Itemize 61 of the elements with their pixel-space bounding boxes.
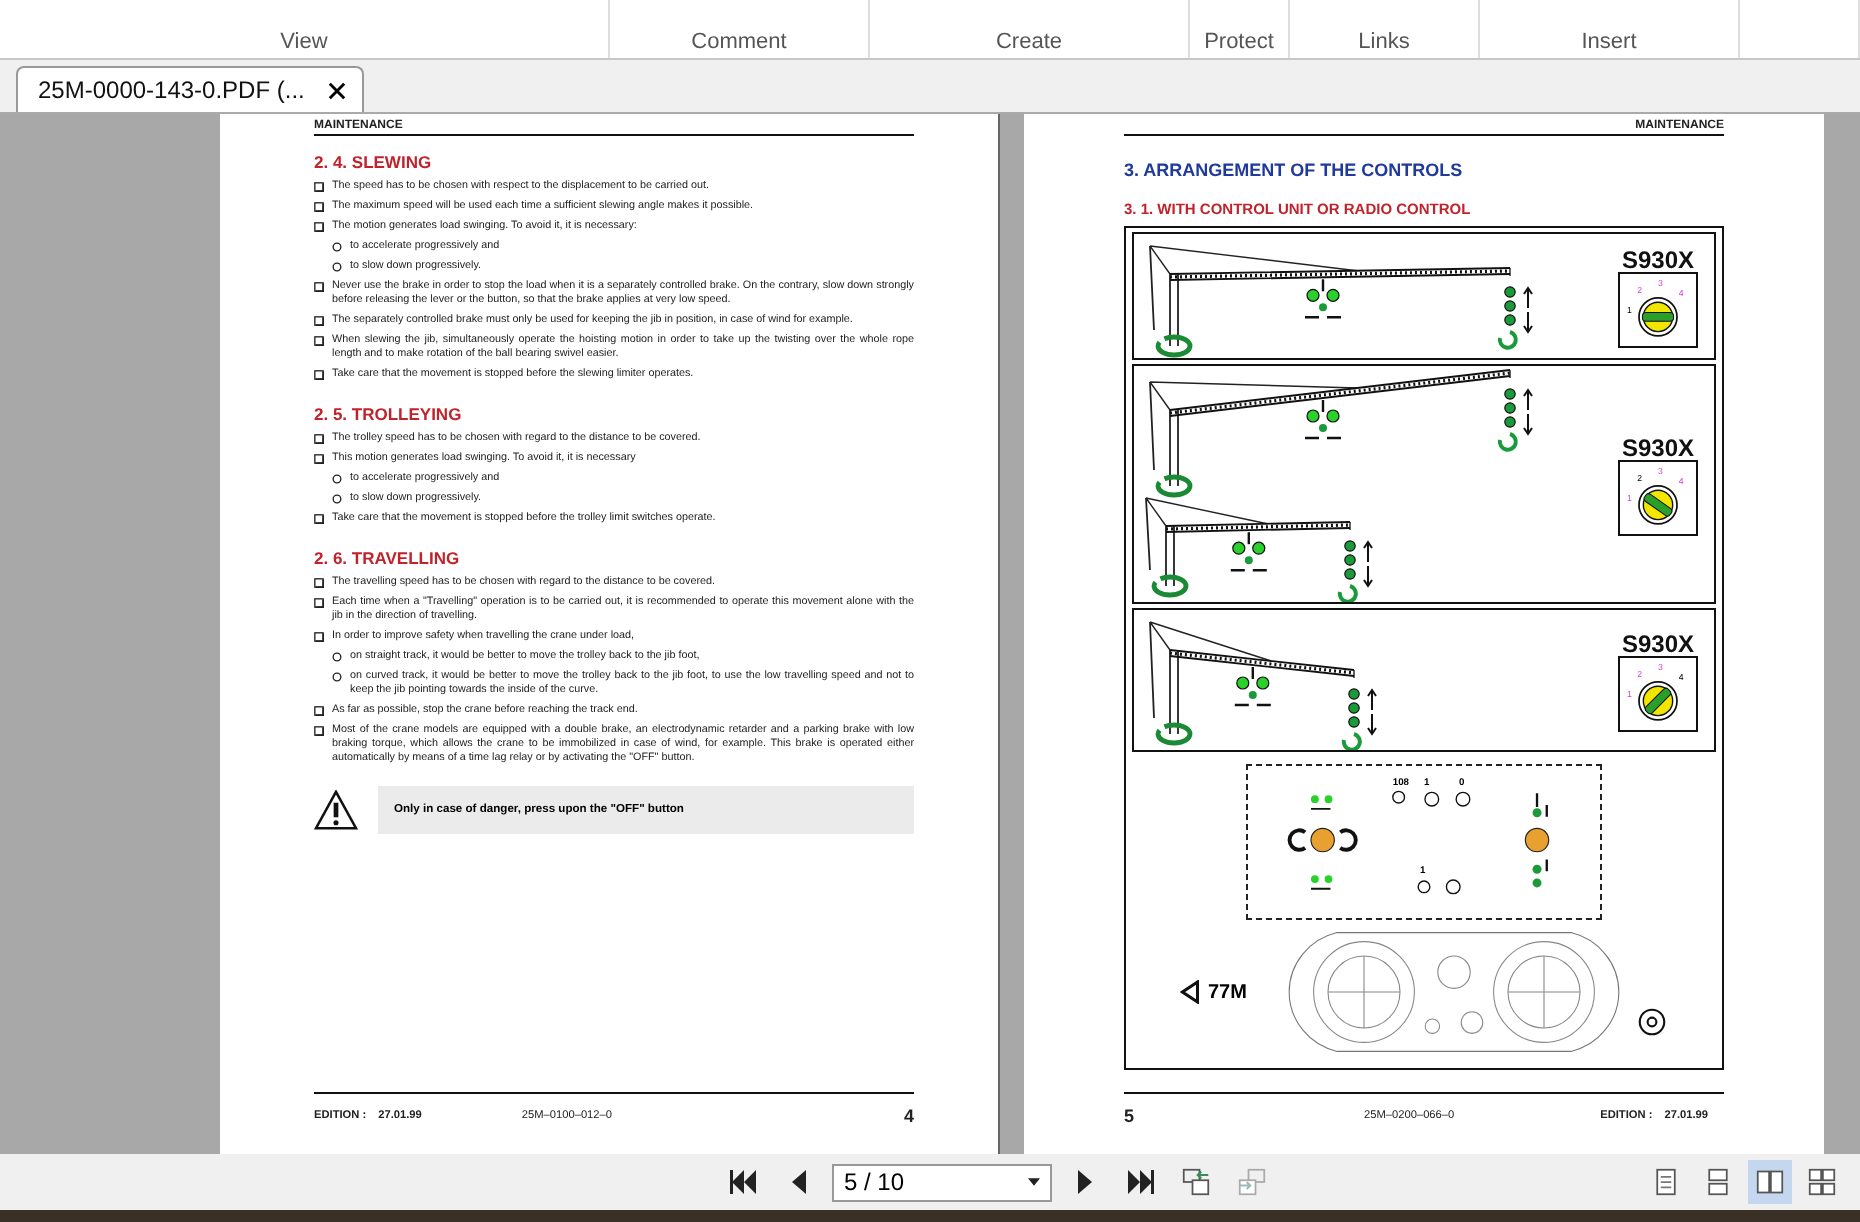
joystick-drawing	[1287, 795, 1358, 890]
circle-bullet-icon	[332, 672, 342, 682]
page-layout-icon	[1652, 1168, 1680, 1196]
ribbon-group-label[interactable]: View	[0, 0, 610, 58]
circle-bullet-icon	[332, 242, 342, 252]
checkbox-bullet-icon	[314, 578, 324, 588]
chapter-title: 3. ARRANGEMENT OF THE CONTROLS	[1124, 160, 1465, 180]
page-number: 5	[1124, 1106, 1135, 1126]
checkbox-bullet-icon	[314, 706, 324, 716]
checkbox-bullet-icon	[314, 316, 324, 326]
checkbox-bullet-icon	[314, 514, 324, 524]
warning-icon	[314, 790, 358, 830]
checkbox-bullet-icon	[314, 598, 324, 608]
lamp-icon	[1392, 790, 1406, 804]
key-switch-icon	[1638, 1008, 1667, 1036]
checkbox-bullet-icon	[314, 370, 324, 380]
checkbox-bullet-icon	[314, 202, 324, 212]
lamp-icon	[1417, 880, 1431, 894]
selector-knob-icon	[1638, 680, 1678, 720]
selector-knob-icon	[1638, 296, 1678, 336]
page-layout-icon	[1756, 1168, 1784, 1196]
page-layout-button[interactable]	[1748, 1160, 1792, 1204]
section-heading: 2. 6. TRAVELLING	[314, 548, 462, 568]
windows-arrow-icon	[1238, 1168, 1266, 1196]
page-number-field[interactable]: 5 / 10	[832, 1163, 1052, 1201]
ribbon-group-label[interactable]: Comment	[610, 0, 870, 58]
page-layout-icon	[1704, 1168, 1732, 1196]
checkbox-bullet-icon	[314, 434, 324, 444]
model-label: 77M	[1208, 981, 1247, 1003]
ribbon-group-label[interactable]: Protect	[1190, 0, 1290, 58]
checkbox-bullet-icon	[314, 182, 324, 192]
first-page-icon	[730, 1168, 758, 1196]
checkbox-bullet-icon	[314, 454, 324, 464]
checkbox-bullet-icon	[314, 632, 324, 642]
close-icon[interactable]	[328, 81, 347, 99]
caret-icon	[1028, 1178, 1040, 1186]
checkbox-bullet-icon	[314, 282, 324, 292]
document-tab[interactable]: 25M-0000-143-0.PDF (...	[16, 66, 365, 112]
checkbox-bullet-icon	[314, 726, 324, 736]
joystick-drawing	[1524, 792, 1550, 888]
model-label: S930X	[1621, 631, 1695, 655]
selector-knob-icon	[1638, 484, 1678, 524]
ribbon-group-label[interactable]: Create	[870, 0, 1190, 58]
last-page-icon	[1126, 1168, 1154, 1196]
circle-bullet-icon	[332, 262, 342, 272]
section-heading: 2. 5. TROLLEYING	[314, 404, 464, 424]
ribbon-group-label[interactable]: Insert	[1480, 0, 1740, 58]
model-label: S930X	[1621, 247, 1695, 271]
checkbox-bullet-icon	[314, 222, 324, 232]
page-layout-icon	[1808, 1168, 1836, 1196]
button-icon	[1445, 879, 1461, 895]
ribbon-group-label[interactable]: Links	[1290, 0, 1480, 58]
page-number: 4	[903, 1106, 914, 1126]
circle-bullet-icon	[332, 652, 342, 662]
windows-arrow-icon	[1182, 1168, 1210, 1196]
circle-bullet-icon	[332, 474, 342, 484]
section-heading: 2. 4. SLEWING	[314, 152, 434, 172]
circle-bullet-icon	[332, 494, 342, 504]
arrow-marker-icon	[1180, 980, 1200, 1004]
model-label: S930X	[1621, 435, 1695, 459]
checkbox-bullet-icon	[314, 336, 324, 346]
